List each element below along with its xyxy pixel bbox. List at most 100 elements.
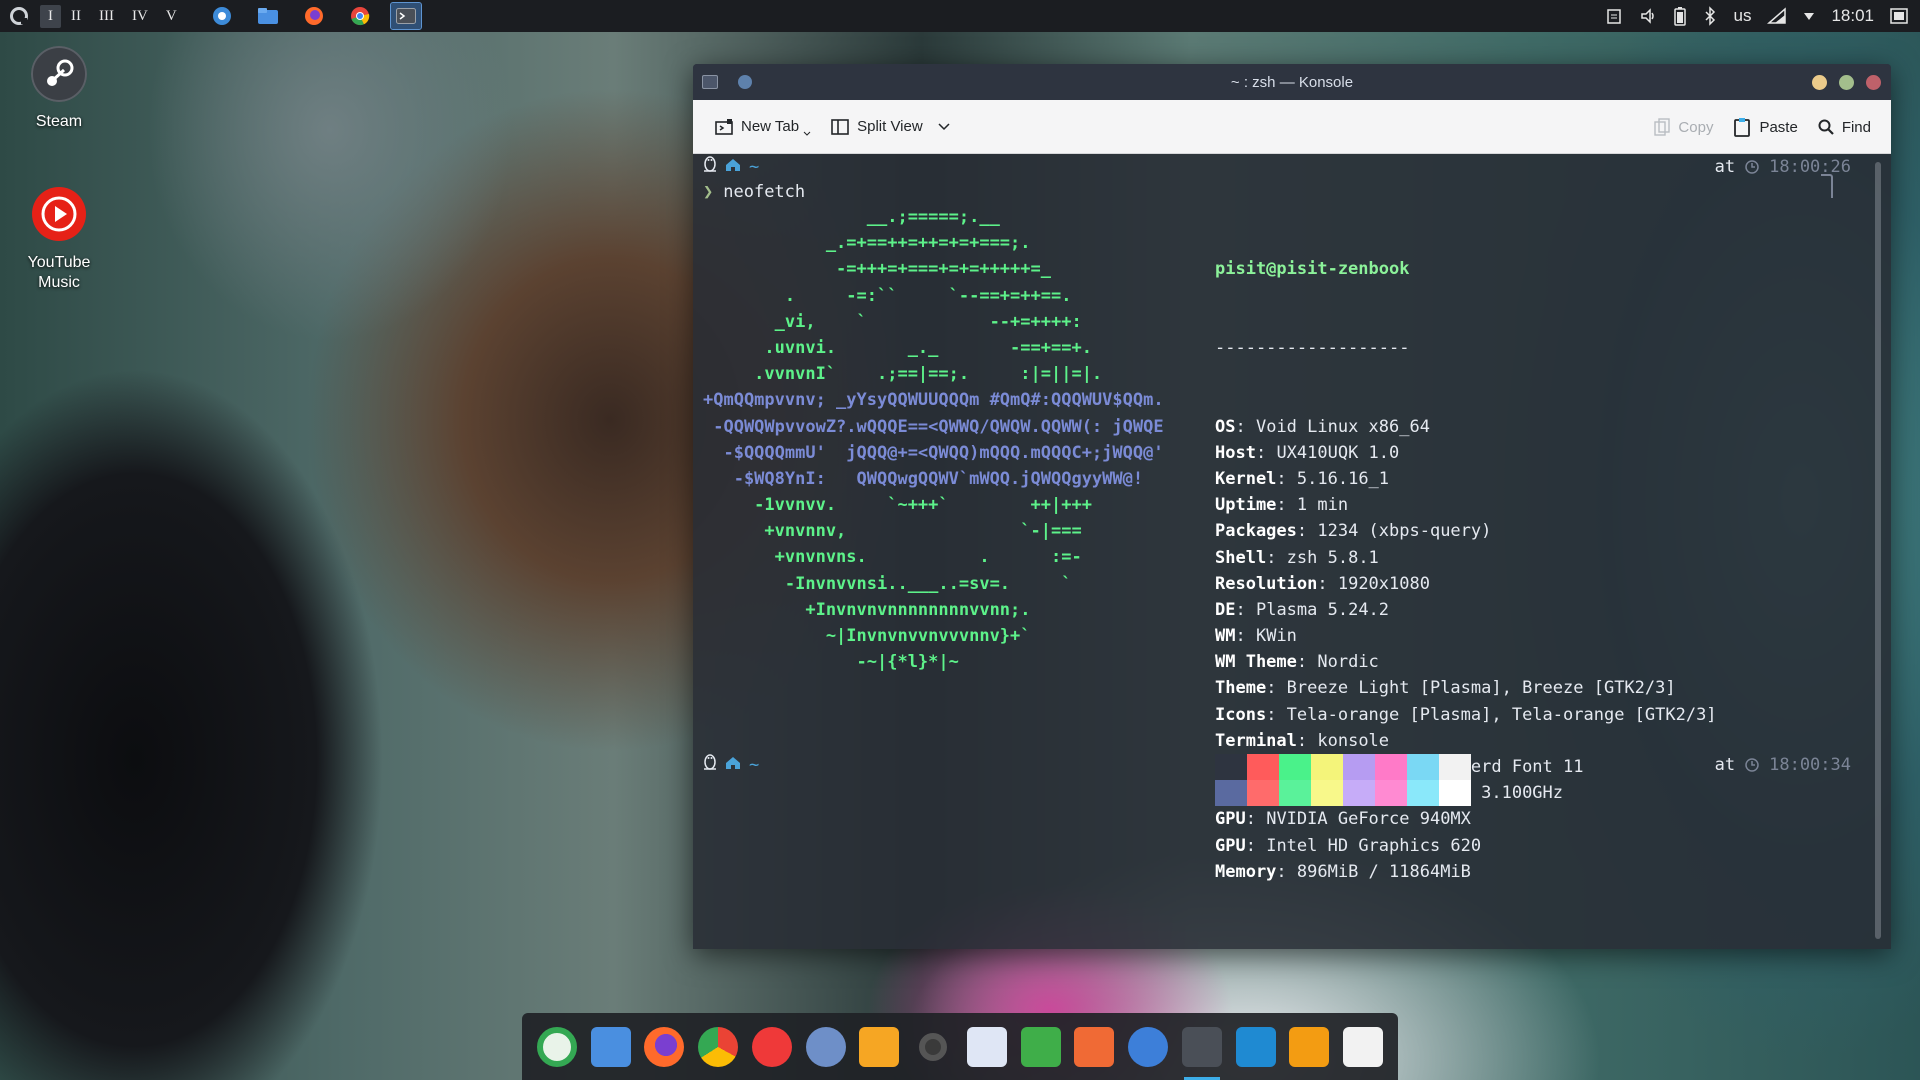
keyboard-layout[interactable]: us [1733,6,1751,26]
info-value: Nordic [1317,652,1379,673]
scrollbar[interactable] [1875,162,1881,939]
ascii-line: -~|{*l}*|~ [703,652,959,673]
color-swatch [1439,780,1471,806]
window-menu-icon[interactable] [702,75,718,89]
pin-icon[interactable] [738,75,752,89]
color-swatch [1407,780,1439,806]
neofetch-ascii-logo: __.;=====;.__ _.=+==++=++=+=+===;. -=+++… [703,204,1164,675]
dock-item-trash[interactable] [1341,1025,1385,1069]
file-manager-icon [257,8,278,24]
info-value: 1234 (xbps-query) [1317,521,1492,542]
ascii-line: _vi, ` --+=++++: [703,311,1082,332]
toggle-app-icon [1128,1026,1169,1067]
info-key: WM Theme [1215,652,1297,673]
prompt-arrow: ❯ [703,182,714,202]
desktop-1[interactable]: I [40,4,61,28]
new-tab-icon [715,118,733,135]
info-key: Theme [1215,678,1267,699]
task-file-manager[interactable] [253,3,283,29]
dock-item-writer[interactable] [965,1025,1009,1069]
dock-item-media-player[interactable] [857,1025,901,1069]
info-value: UX410UQK 1.0 [1276,442,1400,463]
info-row: Theme: Breeze Light [Plasma], Breeze [GT… [1215,678,1676,699]
color-swatch [1279,780,1311,806]
tux-icon [703,752,717,778]
close-button[interactable] [1866,75,1881,90]
split-view-button[interactable]: Split View [821,112,961,141]
info-row: Uptime: 1 min [1215,495,1349,516]
new-tab-label: New Tab [741,118,800,135]
info-value: Plasma 5.24.2 [1255,599,1390,620]
ascii-line: -Invnvvnsi..___..=sv=. ` [703,573,1072,594]
info-row: DE: Plasma 5.24.2 [1215,599,1390,620]
desktop-4[interactable]: IV [124,5,156,28]
info-row: Memory: 896MiB / 11864MiB [1215,861,1471,882]
dock-item-konsole[interactable] [1180,1025,1224,1080]
dock-item-firefox[interactable] [642,1025,686,1069]
dock-item-chrome[interactable] [696,1025,740,1069]
battery-icon[interactable] [1673,6,1687,26]
app-launcher-icon[interactable] [10,7,28,25]
show-desktop-icon[interactable] [1890,8,1908,24]
dock-item-launcher[interactable] [535,1025,579,1069]
desktop-2[interactable]: II [63,5,89,28]
clipboard-icon[interactable] [1605,7,1623,25]
dock-item-files[interactable] [589,1025,633,1069]
minimize-button[interactable] [1812,75,1827,90]
clock-icon [1745,160,1759,174]
ascii-line: -1vvnvv. `~+++` ++|+++ [703,495,1092,516]
desktop-icon-steam[interactable]: Steam [9,46,109,131]
task-chrome[interactable] [345,3,375,29]
search-icon [1818,119,1834,135]
firefox-icon [304,7,323,25]
info-key: Kernel [1215,468,1277,489]
wifi-icon[interactable] [1767,7,1787,25]
prompt-at: at [1714,754,1736,775]
find-button[interactable]: Find [1808,113,1881,142]
task-manager [207,2,422,30]
ascii-line: +Invnvnvnnnnnnnnvvnn;. [703,599,1031,620]
clock[interactable]: 18:01 [1831,6,1874,26]
dock-item-obs[interactable] [911,1025,955,1069]
desktop-5[interactable]: V [158,5,185,28]
dock-item-impress[interactable] [1072,1025,1116,1069]
copy-button[interactable]: Copy [1644,112,1723,142]
color-swatch [1439,754,1471,780]
color-swatch [1343,754,1375,780]
home-icon [725,154,741,180]
task-firefox[interactable] [299,3,329,29]
ascii-line: +vnvnnv, `-|=== [703,521,1082,542]
command-text: neofetch [723,182,806,202]
ascii-line: -=+++=+===+=+=+++++=_ [703,259,1051,280]
color-swatch [1247,754,1279,780]
tray-expand-icon[interactable] [1803,11,1815,21]
media-player-icon [859,1026,900,1067]
volume-icon[interactable] [1639,7,1657,25]
color-swatch [1215,780,1247,806]
dock-item-toggle-app[interactable] [1126,1025,1170,1069]
info-key: DE [1215,599,1236,620]
window-titlebar[interactable]: ~ : zsh — Konsole [693,64,1891,100]
desktop-3[interactable]: III [91,5,122,28]
dock-item-vscode[interactable] [1234,1025,1278,1069]
dock-item-thunderbird[interactable] [804,1025,848,1069]
desktop-icon-youtube-music[interactable]: YouTube Music [9,186,109,293]
trash-icon [1343,1026,1384,1067]
paste-button[interactable]: Paste [1723,111,1807,143]
ascii-line: +QmQQmpvvnv; _yYsyQQWUUQQQm #QmQ#:QQQWUV… [703,390,1164,411]
command-line: ❯ neofetch [703,179,805,205]
task-messenger[interactable] [207,3,237,29]
dock-item-vivaldi[interactable] [750,1025,794,1069]
ascii-line: . -=:`` `--==+=++==. [703,285,1072,306]
info-value: konsole [1317,730,1390,751]
dock-item-downloads[interactable] [1287,1025,1331,1069]
user-host: pisit@pisit-zenbook [1215,259,1410,280]
maximize-button[interactable] [1839,75,1854,90]
dock-item-calc[interactable] [1019,1025,1063,1069]
task-konsole[interactable] [389,2,422,30]
bluetooth-icon[interactable] [1703,6,1717,26]
terminal-area[interactable]: ~ at 18:00:26 ❯ neofetch __.;=====;.__ _… [693,154,1891,949]
split-view-icon [831,118,849,135]
prompt-line: ~ [703,752,759,778]
new-tab-button[interactable]: New Tab [705,111,821,143]
